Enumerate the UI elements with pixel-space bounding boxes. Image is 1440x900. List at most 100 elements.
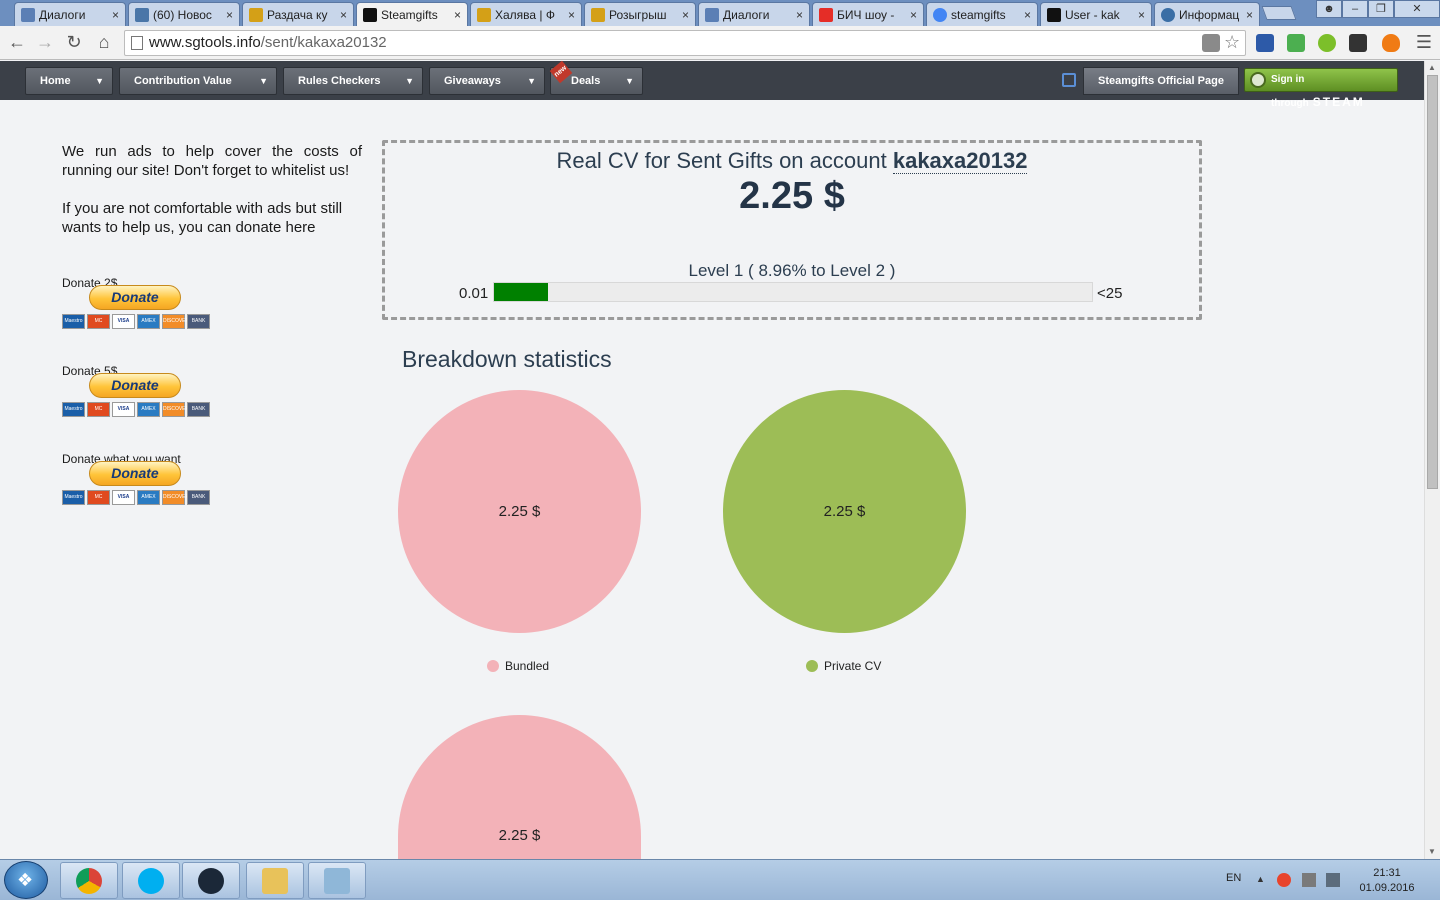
tray-arrow-icon[interactable]: ▲ xyxy=(1256,874,1265,884)
pie-chart-private-cv[interactable]: 2.25 $ xyxy=(723,390,966,633)
legend-private-cv[interactable]: Private CV xyxy=(806,659,881,673)
tab-close-icon[interactable]: × xyxy=(1138,8,1145,22)
scroll-up-icon[interactable]: ▲ xyxy=(1428,63,1436,72)
maestro-card-icon: Maestro xyxy=(62,402,85,417)
donate-button[interactable]: Donate xyxy=(89,461,181,486)
user-icon[interactable]: ☻ xyxy=(1316,0,1342,18)
taskbar-chrome[interactable] xyxy=(60,862,118,899)
nav-home[interactable]: Home ▼ xyxy=(25,67,113,95)
browser-tab[interactable]: (60) Новос × xyxy=(128,2,240,26)
extension-fire-icon[interactable] xyxy=(1382,34,1400,52)
nav-deals[interactable]: new Deals ▼ xyxy=(549,60,643,95)
scrollbar-thumb[interactable] xyxy=(1427,75,1438,489)
donate-button[interactable]: Donate xyxy=(89,285,181,310)
tab-close-icon[interactable]: × xyxy=(682,8,689,22)
reload-icon[interactable]: ↻ xyxy=(63,32,85,53)
browser-tab[interactable]: Раздача ку × xyxy=(242,2,354,26)
browser-tab[interactable]: БИЧ шоу - × xyxy=(812,2,924,26)
legend-bundled[interactable]: Bundled xyxy=(487,659,549,673)
maestro-card-icon: Maestro xyxy=(62,490,85,505)
back-icon[interactable]: ← xyxy=(6,32,28,53)
tab-close-icon[interactable]: × xyxy=(796,8,803,22)
ads-sidebar: We run ads to help cover the costs of ru… xyxy=(62,142,362,505)
browser-tab[interactable]: Халява | Ф × xyxy=(470,2,582,26)
menu-icon[interactable]: ☰ xyxy=(1413,32,1435,53)
tab-favicon-icon xyxy=(135,7,149,22)
legend-dot-icon xyxy=(806,660,818,672)
language-indicator[interactable]: EN xyxy=(1226,872,1241,884)
home-icon[interactable]: ⌂ xyxy=(93,32,115,53)
steamgifts-official-page-button[interactable]: Steamgifts Official Page xyxy=(1083,67,1239,95)
payment-cards: Maestro MC VISA AMEX DISCOVER BANK xyxy=(62,402,210,417)
visa-card-icon: VISA xyxy=(112,402,135,417)
page-scrollbar[interactable]: ▲ ▼ xyxy=(1424,61,1440,859)
steam-sign-in-button[interactable]: Sign in through STEAM xyxy=(1244,68,1398,109)
browser-tab-active[interactable]: Steamgifts × xyxy=(356,2,468,26)
tab-close-icon[interactable]: × xyxy=(568,8,575,22)
address-bar[interactable]: www.sgtools.info/sent/kakaxa20132 xyxy=(124,30,1246,56)
tab-favicon-icon xyxy=(933,7,947,22)
folder-icon xyxy=(262,868,288,894)
square-icon[interactable] xyxy=(1062,73,1076,87)
chevron-down-icon: ▼ xyxy=(405,76,414,86)
extension-mail-icon[interactable] xyxy=(1349,34,1367,52)
scroll-down-icon[interactable]: ▼ xyxy=(1428,847,1436,856)
taskbar-app[interactable] xyxy=(308,862,366,899)
new-badge: new xyxy=(549,60,573,84)
chevron-down-icon: ▼ xyxy=(259,76,268,86)
pie-value-label: 2.25 $ xyxy=(498,827,541,844)
pie-chart-bundled[interactable]: 2.25 $ xyxy=(398,390,641,633)
discover-card-icon: DISCOVER xyxy=(162,490,189,505)
tab-close-icon[interactable]: × xyxy=(1024,8,1031,22)
browser-tab[interactable]: Диалоги × xyxy=(698,2,810,26)
extension-check-icon[interactable] xyxy=(1287,34,1305,52)
browser-tab[interactable]: Розыгрыш × xyxy=(584,2,696,26)
tab-close-icon[interactable]: × xyxy=(454,8,461,22)
discover-card-icon: DISCOVER xyxy=(162,314,189,329)
nav-rules-checkers[interactable]: Rules Checkers ▼ xyxy=(283,67,423,95)
maximize-icon[interactable]: ❐ xyxy=(1368,0,1394,18)
pie-value-label: 2.25 $ xyxy=(498,503,541,520)
translate-icon[interactable] xyxy=(1202,34,1220,52)
volume-tray-icon[interactable] xyxy=(1326,873,1340,887)
extension-shield-icon[interactable] xyxy=(1256,34,1274,52)
browser-tab[interactable]: Диалоги × xyxy=(14,2,126,26)
cv-summary-box: Real CV for Sent Gifts on account kakaxa… xyxy=(382,140,1202,320)
forward-icon[interactable]: → xyxy=(34,32,56,53)
window-controls: ☻ – ❐ ✕ xyxy=(1316,0,1440,18)
pie-value-label: 2.25 $ xyxy=(823,503,866,520)
browser-tab[interactable]: Информац × xyxy=(1154,2,1260,26)
cv-value: 2.25 $ xyxy=(739,175,845,217)
tab-close-icon[interactable]: × xyxy=(1246,8,1253,22)
nav-giveaways[interactable]: Giveaways ▼ xyxy=(429,67,545,95)
browser-tab[interactable]: steamgifts × xyxy=(926,2,1038,26)
browser-tab[interactable]: User - kak × xyxy=(1040,2,1152,26)
account-link[interactable]: kakaxa20132 xyxy=(892,148,1028,174)
tab-favicon-icon xyxy=(591,7,605,22)
donate-button[interactable]: Donate xyxy=(89,373,181,398)
tab-favicon-icon xyxy=(249,7,263,22)
tab-close-icon[interactable]: × xyxy=(226,8,233,22)
extension-circle-icon[interactable] xyxy=(1318,34,1336,52)
url-path: /sent/kakaxa20132 xyxy=(260,34,387,51)
windows-logo-icon: ❖ xyxy=(17,870,34,890)
tab-close-icon[interactable]: × xyxy=(112,8,119,22)
browser-toolbar: ← → ↻ ⌂ www.sgtools.info/sent/kakaxa2013… xyxy=(0,26,1440,60)
taskbar-clock[interactable]: 21:31 01.09.2016 xyxy=(1352,866,1422,896)
taskbar-skype[interactable] xyxy=(122,862,180,899)
close-window-icon[interactable]: ✕ xyxy=(1394,0,1440,18)
taskbar-explorer[interactable] xyxy=(246,862,304,899)
tab-favicon-icon xyxy=(363,7,377,22)
bookmark-star-icon[interactable]: ☆ xyxy=(1224,33,1242,52)
tab-close-icon[interactable]: × xyxy=(910,8,917,22)
start-button[interactable]: ❖ xyxy=(4,861,48,899)
taskbar-steam[interactable] xyxy=(182,862,240,899)
antivirus-tray-icon[interactable] xyxy=(1277,873,1291,887)
tab-close-icon[interactable]: × xyxy=(340,8,347,22)
minimize-icon[interactable]: – xyxy=(1342,0,1368,18)
discover-card-icon: DISCOVER xyxy=(162,402,189,417)
nav-contribution-value[interactable]: Contribution Value ▼ xyxy=(119,67,277,95)
pie-chart-third[interactable]: 2.25 $ xyxy=(398,715,641,859)
new-tab-button[interactable] xyxy=(1261,6,1297,20)
network-tray-icon[interactable] xyxy=(1302,873,1316,887)
